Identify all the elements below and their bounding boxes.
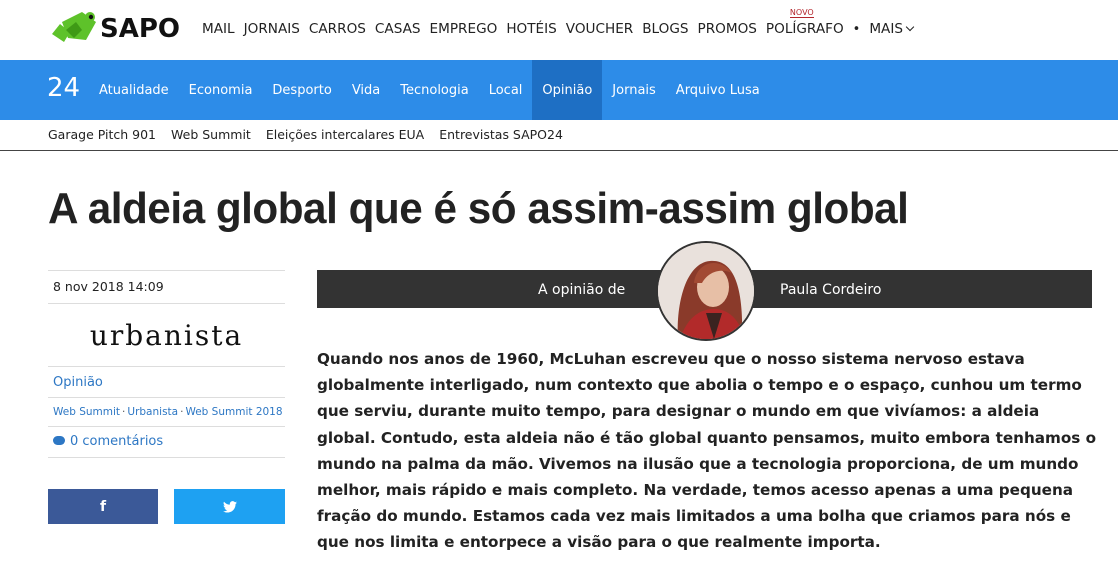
author-name[interactable]: Paula Cordeiro [780,270,881,311]
top-nav-poligrafo-link[interactable]: NOVO POLÍGRAFO [765,8,844,37]
keyword-link[interactable]: Web Summit [53,406,120,418]
top-nav-hoteis[interactable]: HOTÉIS [506,21,556,37]
top-nav: MAIL JORNAIS CARROS CASAS EMPREGO HOTÉIS… [202,8,922,37]
author-avatar[interactable] [656,241,756,341]
share-twitter-button[interactable] [174,489,285,524]
keyword-link[interactable]: Web Summit 2018 [185,406,282,418]
tag-link[interactable]: Eleições intercalares EUA [266,127,424,142]
top-nav-casas[interactable]: CASAS [375,21,421,37]
top-nav-mail[interactable]: MAIL [202,21,235,37]
top-bar: SAPO MAIL JORNAIS CARROS CASAS EMPREGO H… [0,0,1118,60]
author-photo [658,243,754,339]
sapo-frog-logo-icon [52,12,96,42]
top-nav-voucher[interactable]: VOUCHER [566,21,633,37]
top-nav-emprego[interactable]: EMPREGO [430,21,498,37]
section-nav-jornais[interactable]: Jornais [602,60,666,120]
top-nav-jornais[interactable]: JORNAIS [244,21,300,37]
article-body: Quando nos anos de 1960, McLuhan escreve… [317,350,1097,552]
trending-tags-bar: Garage Pitch 901 Web Summit Eleições int… [0,120,1118,151]
keyword-separator: · [180,406,184,418]
section-nav-tecnologia[interactable]: Tecnologia [390,60,478,120]
sapo-logo[interactable]: SAPO [52,8,188,48]
tag-link[interactable]: Web Summit [171,127,251,142]
section-nav-opiniao[interactable]: Opinião [532,60,603,120]
comments-count: 0 comentários [70,434,164,449]
article-title: A aldeia global que é só assim-assim glo… [48,184,909,233]
keyword-separator: · [122,406,126,418]
comments-icon [53,436,65,445]
section-nav-local[interactable]: Local [479,60,533,120]
top-nav-promos[interactable]: PROMOS [698,21,757,37]
tag-link[interactable]: Garage Pitch 901 [48,127,156,142]
section-nav: Atualidade Economia Desporto Vida Tecnol… [89,60,770,120]
section-bar: 24 Atualidade Economia Desporto Vida Tec… [0,60,1118,120]
section-nav-arquivo-lusa[interactable]: Arquivo Lusa [666,60,770,120]
new-badge: NOVO [789,8,814,18]
section-nav-vida[interactable]: Vida [342,60,390,120]
top-nav-blogs[interactable]: BLOGS [642,21,688,37]
nav-separator: • [852,21,861,37]
facebook-icon: f [99,498,107,515]
share-facebook-button[interactable]: f [48,489,158,524]
top-nav-poligrafo: POLÍGRAFO [765,21,844,37]
tag-link[interactable]: Entrevistas SAPO24 [439,127,563,142]
logo-text: SAPO [100,14,181,44]
article-section-link[interactable]: Opinião [48,367,285,398]
chevron-down-icon [905,22,915,32]
top-nav-carros[interactable]: CARROS [309,21,366,37]
column-brand-label: urbanista [89,318,244,352]
article-date: 8 nov 2018 14:09 [48,270,285,304]
section-nav-economia[interactable]: Economia [179,60,263,120]
top-nav-more-label: MAIS [869,21,903,37]
column-brand[interactable]: urbanista [48,304,285,367]
top-nav-more[interactable]: MAIS [869,21,915,37]
section-nav-atualidade[interactable]: Atualidade [89,60,179,120]
section-nav-desporto[interactable]: Desporto [262,60,341,120]
comments-link[interactable]: 0 comentários [48,427,285,458]
brand-24-logo[interactable]: 24 [47,73,80,103]
keyword-link[interactable]: Urbanista [127,406,178,418]
article-meta: 8 nov 2018 14:09 urbanista Opinião Web S… [48,270,285,458]
twitter-icon [222,500,237,513]
article-keywords: Web Summit · Urbanista · Web Summit 2018 [48,398,285,427]
opinion-label: A opinião de [538,282,626,298]
